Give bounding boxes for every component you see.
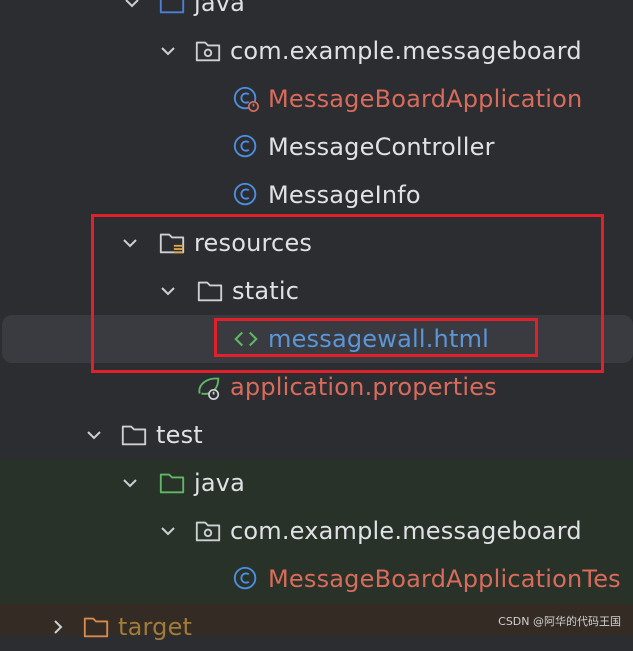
tree-item-resources[interactable]: resources <box>0 219 633 267</box>
tree-item-label: com.example.messageboard <box>230 37 582 65</box>
test-source-folder-icon <box>158 459 186 507</box>
class-icon <box>232 555 260 603</box>
tree-item-java-main[interactable]: java <box>0 0 633 27</box>
resources-folder-icon <box>158 219 186 267</box>
chevron-down-icon[interactable] <box>116 459 144 507</box>
tree-item-messagewall-html[interactable]: messagewall.html <box>2 315 633 363</box>
tree-item-messagecontroller[interactable]: MessageController <box>0 123 633 171</box>
spring-boot-class-icon <box>232 75 260 123</box>
source-folder-icon <box>158 0 186 27</box>
tree-item-messageinfo[interactable]: MessageInfo <box>0 171 633 219</box>
spring-properties-icon <box>194 363 222 411</box>
tree-item-label: java <box>194 0 246 17</box>
tree-item-package-main[interactable]: com.example.messageboard <box>0 27 633 75</box>
tree-item-messageboardapplicationtests[interactable]: MessageBoardApplicationTes <box>0 555 633 603</box>
tree-item-label: target <box>118 613 193 641</box>
chevron-down-icon[interactable] <box>154 267 182 315</box>
tree-item-label: application.properties <box>230 373 497 401</box>
tree-item-label: MessageController <box>268 133 495 161</box>
tree-item-test[interactable]: test <box>0 411 633 459</box>
html-file-icon <box>232 315 260 363</box>
chevron-down-icon[interactable] <box>118 0 146 27</box>
tree-item-label: static <box>232 277 300 305</box>
tree-item-label: java <box>194 469 246 497</box>
tree-item-label: MessageBoardApplication <box>268 85 583 113</box>
package-icon <box>194 27 222 75</box>
tree-item-label: MessageBoardApplicationTes <box>268 565 621 593</box>
class-icon <box>232 171 260 219</box>
chevron-down-icon[interactable] <box>154 27 182 75</box>
tree-item-label: com.example.messageboard <box>230 517 582 545</box>
package-icon <box>194 507 222 555</box>
tree-item-messageboardapplication[interactable]: MessageBoardApplication <box>0 75 633 123</box>
tree-item-label: resources <box>194 229 313 257</box>
tree-item-label: MessageInfo <box>268 181 421 209</box>
tree-item-package-test[interactable]: com.example.messageboard <box>0 507 633 555</box>
tree-item-java-test[interactable]: java <box>0 459 633 507</box>
folder-icon <box>120 411 148 459</box>
tree-item-application-properties[interactable]: application.properties <box>0 363 633 411</box>
chevron-right-icon[interactable] <box>44 603 72 651</box>
chevron-down-icon[interactable] <box>80 411 108 459</box>
tree-item-label: test <box>156 421 203 449</box>
folder-icon <box>196 267 224 315</box>
class-icon <box>232 123 260 171</box>
watermark: CSDN @阿华的代码王国 <box>498 615 621 628</box>
tree-item-static[interactable]: static <box>0 267 633 315</box>
tree-item-label: messagewall.html <box>268 325 490 353</box>
chevron-down-icon[interactable] <box>154 507 182 555</box>
excluded-folder-icon <box>82 603 110 651</box>
chevron-down-icon[interactable] <box>116 219 144 267</box>
